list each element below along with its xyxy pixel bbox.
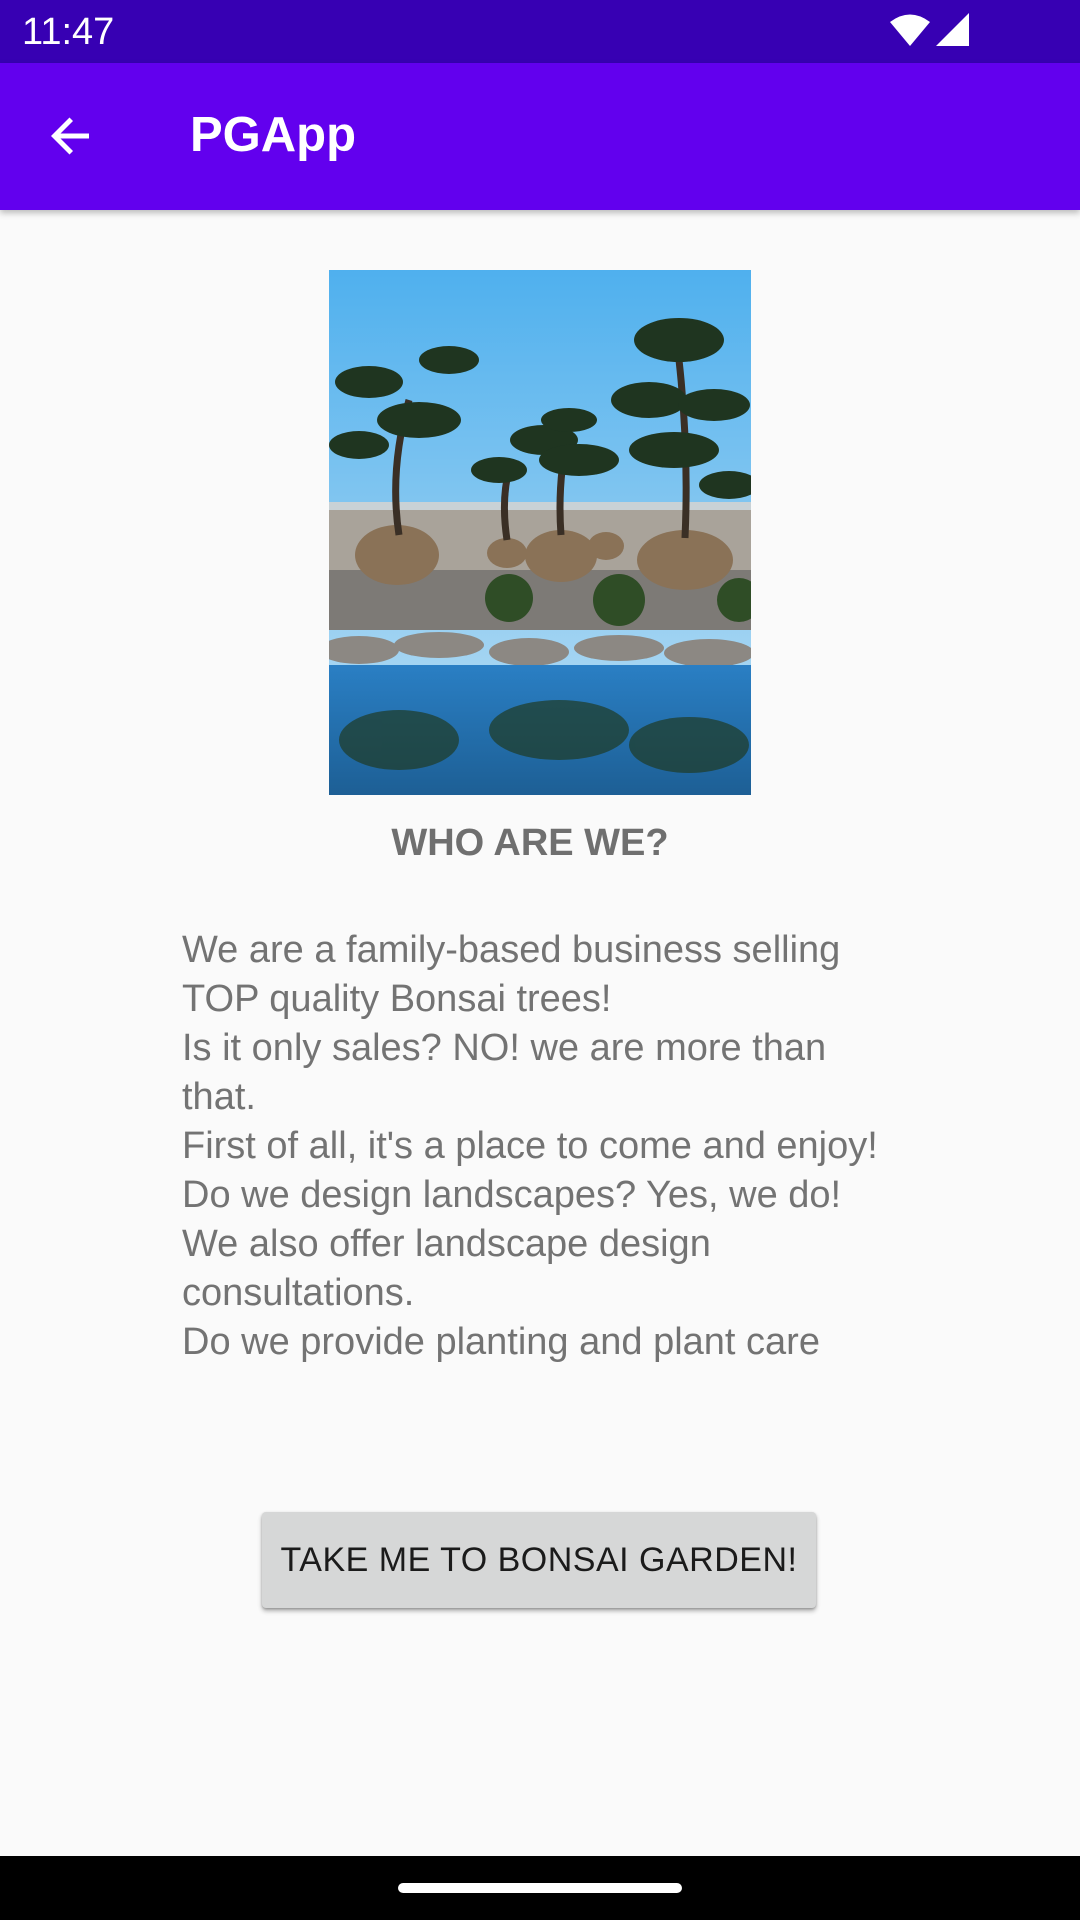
section-heading: WHO ARE WE? xyxy=(391,822,669,864)
about-text-scroll[interactable]: We are a family-based business selling T… xyxy=(182,926,902,1424)
screen: 11:47 PGApp WHO ARE WE? We are a family-… xyxy=(0,0,1080,1920)
cell-signal-icon xyxy=(936,13,970,47)
wifi-icon xyxy=(890,13,930,47)
status-icons xyxy=(890,13,970,47)
about-text: We are a family-based business selling T… xyxy=(182,929,878,1363)
home-gesture-handle[interactable] xyxy=(398,1883,682,1893)
bonsai-garden-photo xyxy=(329,270,751,795)
status-bar: 11:47 xyxy=(0,0,1080,63)
bonsai-garden-button[interactable]: TAKE ME TO BONSAI GARDEN! xyxy=(262,1512,816,1608)
status-time: 11:47 xyxy=(22,11,115,53)
navigation-bar xyxy=(0,1856,1080,1920)
back-button[interactable] xyxy=(38,105,104,171)
arrow-back-icon xyxy=(47,112,95,164)
app-title: PGApp xyxy=(190,108,357,162)
app-bar: PGApp xyxy=(0,63,1080,210)
